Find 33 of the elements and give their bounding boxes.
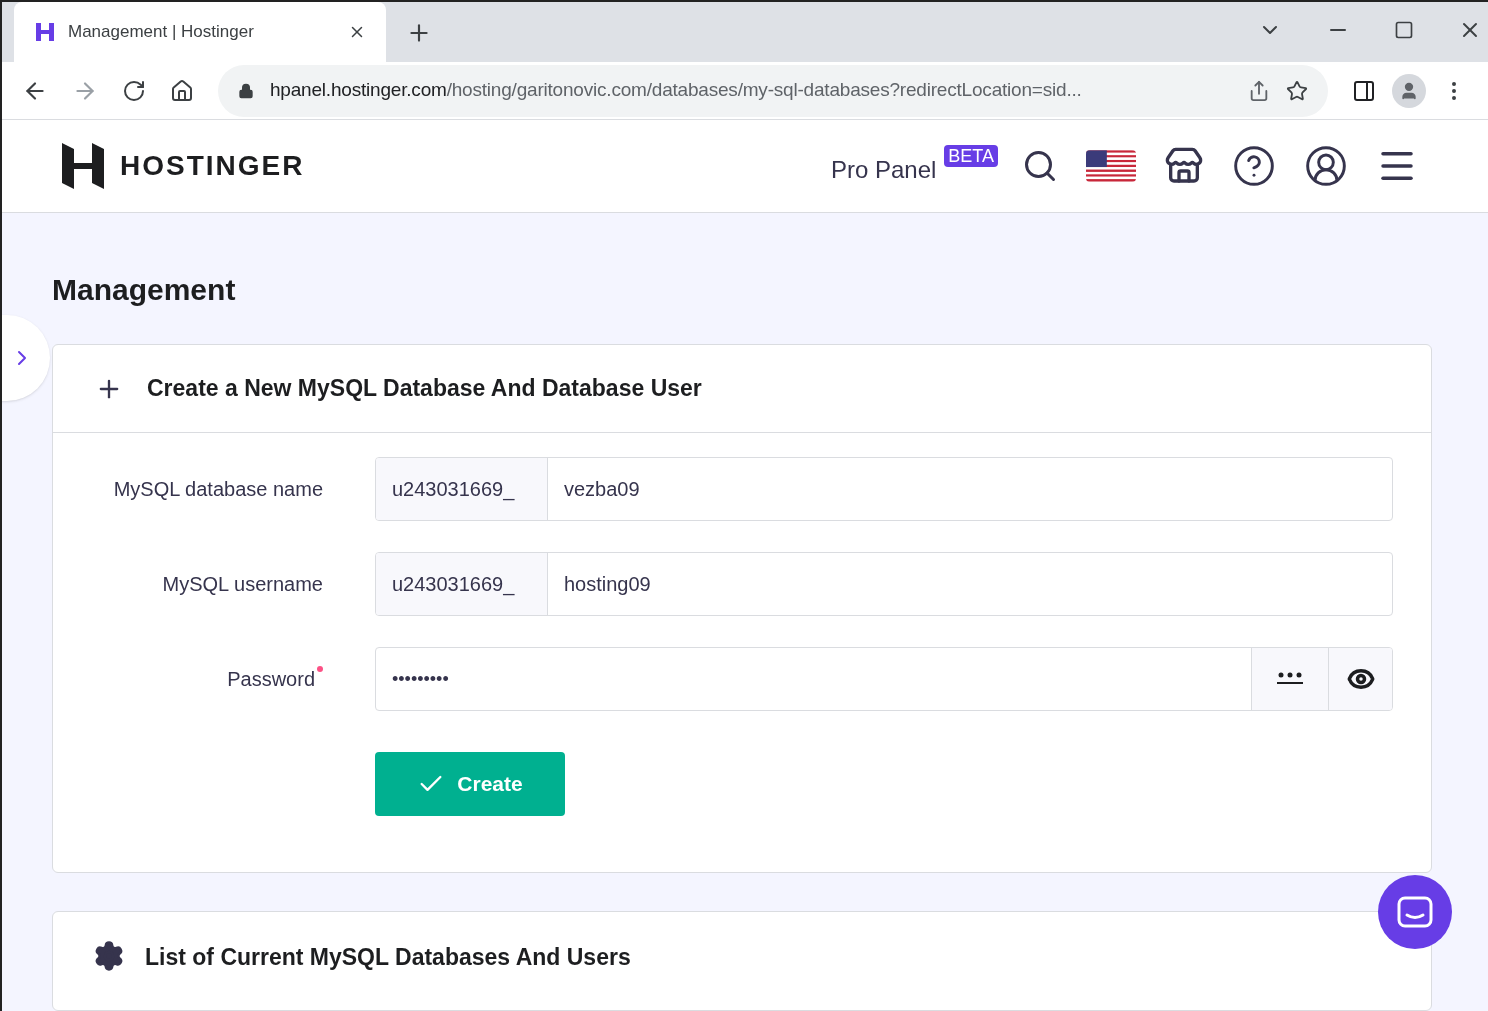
field-label: MySQL database name (113, 477, 323, 502)
field-label: Password (227, 667, 315, 692)
chat-icon (1397, 896, 1433, 928)
field-prefix: u243031669_ (376, 553, 548, 615)
home-icon[interactable] (170, 78, 194, 103)
text-field[interactable]: u243031669_ vezba09 (375, 457, 1393, 521)
profile-avatar[interactable] (1392, 73, 1426, 108)
hostinger-logo-icon (62, 143, 104, 190)
beta-badge: BETA (944, 145, 998, 168)
lock-icon (238, 82, 254, 99)
page-title: Management (52, 272, 237, 308)
share-icon[interactable] (1248, 79, 1270, 102)
browser-tab[interactable]: Management | Hostinger (14, 2, 386, 62)
address-bar[interactable]: hpanel.hostinger.com/hosting/garitonovic.com/databases/my-sql-databases?redirectLocation=sid... (218, 64, 1328, 117)
field-label: MySQL username (162, 572, 323, 597)
logo-icon (34, 21, 56, 43)
flag-icon[interactable] (1086, 150, 1136, 183)
account-icon[interactable] (1304, 144, 1348, 189)
url-text: hpanel.hostinger.com/hosting/garitonovic.com/databases/my-sql-databases?redirectLocation=sid... (270, 78, 1083, 103)
field-prefix: u243031669_ (376, 458, 548, 520)
text-field[interactable]: u243031669_ hosting09 (375, 552, 1393, 616)
field-value: hosting09 (563, 572, 652, 597)
pro-panel-label[interactable]: Pro Panel (830, 152, 937, 189)
help-icon[interactable] (1232, 144, 1276, 189)
field-value: vezba09 (563, 477, 641, 502)
reload-icon[interactable] (122, 78, 146, 103)
tab-title: Management | Hostinger (68, 21, 255, 44)
bookmark-star-icon[interactable] (1286, 79, 1308, 102)
section-title: Create a New MySQL Database And Database User (147, 374, 702, 404)
section-title: List of Current MySQL Databases And Users (145, 943, 631, 972)
maximize-icon[interactable] (1394, 20, 1414, 40)
logo-text: HOSTINGER (120, 149, 305, 184)
side-panel-icon[interactable] (1352, 78, 1376, 103)
